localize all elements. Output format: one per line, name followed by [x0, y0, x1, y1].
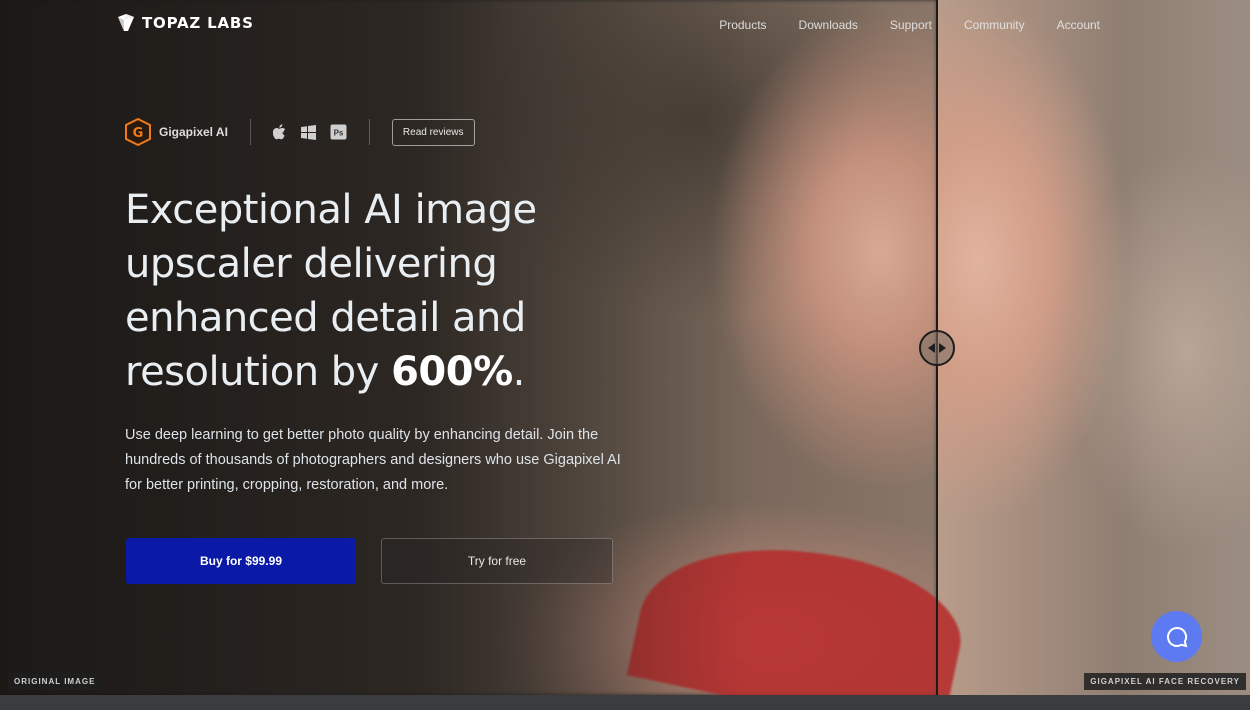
separator	[249, 119, 251, 145]
enhanced-image-label: GIGAPIXEL AI FACE RECOVERY	[1084, 673, 1246, 690]
page: TOPAZ LABS Products Downloads Support Co…	[0, 0, 1250, 710]
product-logo: G Gigapixel AI	[125, 118, 228, 146]
gigapixel-logo-icon: G	[125, 118, 151, 146]
nav-products[interactable]: Products	[719, 18, 766, 32]
headline-period: .	[512, 349, 526, 395]
comparison-slider-handle[interactable]	[919, 330, 955, 366]
headline-emphasis: 600%	[391, 349, 513, 395]
topaz-logo[interactable]: TOPAZ LABS	[118, 14, 254, 32]
enhanced-image-half	[937, 0, 1250, 695]
nav-community[interactable]: Community	[964, 18, 1025, 32]
chat-button[interactable]	[1151, 611, 1202, 662]
chat-bubble-icon	[1166, 626, 1187, 647]
hero-headline: Exceptional AI image upscaler delivering…	[125, 183, 625, 399]
original-image-label: ORIGINAL IMAGE	[8, 673, 102, 690]
topaz-gem-icon	[118, 14, 134, 31]
hero-description: Use deep learning to get better photo qu…	[125, 427, 621, 493]
product-row: G Gigapixel AI Ps Read reviews	[125, 118, 475, 146]
nav-account[interactable]: Account	[1057, 18, 1100, 32]
nav-downloads[interactable]: Downloads	[799, 18, 858, 32]
platform-icons: Ps	[272, 124, 347, 140]
separator	[368, 119, 370, 145]
try-free-button[interactable]: Try for free	[381, 538, 613, 584]
apple-icon	[272, 124, 287, 140]
photoshop-icon: Ps	[330, 124, 347, 140]
left-right-arrows-icon	[928, 343, 946, 353]
product-name: Gigapixel AI	[159, 125, 228, 139]
top-nav: Products Downloads Support Community Acc…	[719, 18, 1100, 32]
photoshop-icon-label: Ps	[334, 129, 344, 138]
windows-icon	[300, 124, 316, 140]
buy-button[interactable]: Buy for $99.99	[126, 538, 356, 584]
read-reviews-button[interactable]: Read reviews	[391, 118, 475, 146]
nav-support[interactable]: Support	[890, 18, 932, 32]
bottom-bar	[0, 695, 1250, 710]
gigapixel-logo-letter: G	[133, 126, 144, 141]
brand-name: TOPAZ LABS	[142, 14, 254, 32]
